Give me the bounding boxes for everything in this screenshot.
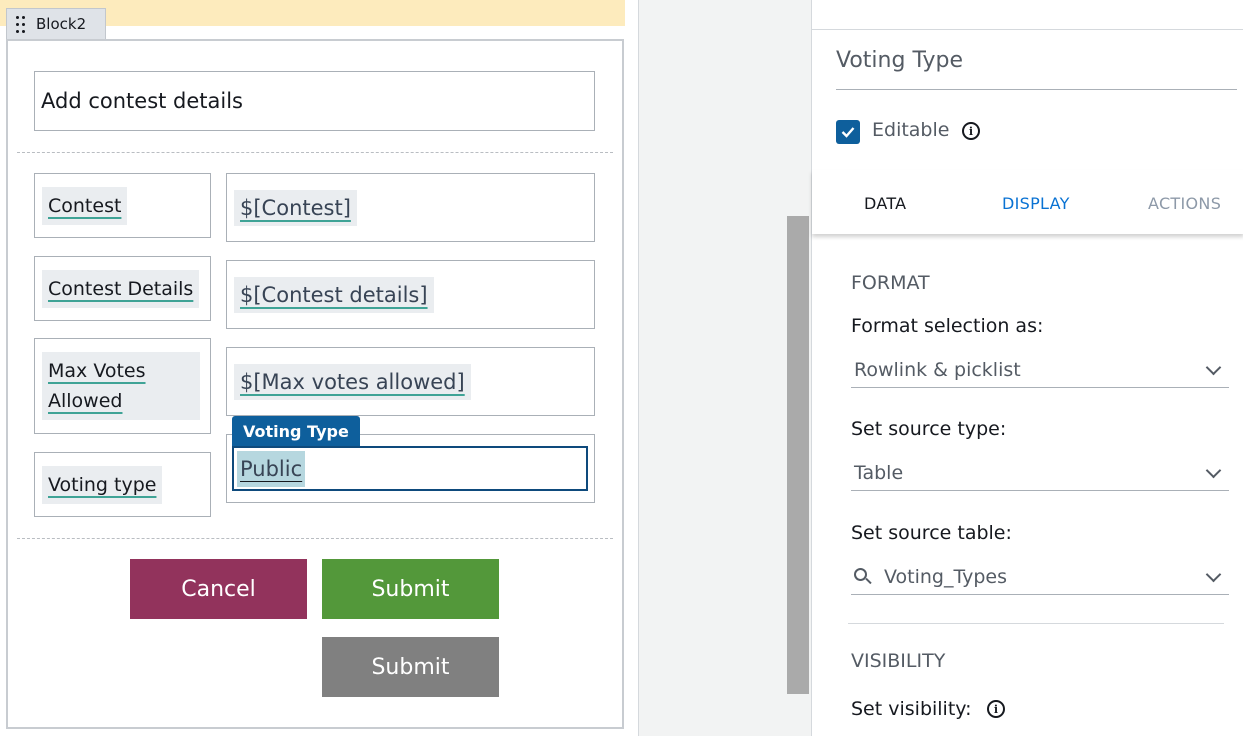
field-label: Contest Details	[42, 269, 200, 308]
label-max-votes-box[interactable]: Max Votes Allowed	[34, 338, 211, 434]
section-divider	[848, 623, 1224, 624]
search-icon	[854, 567, 872, 586]
visibility-heading: VISIBILITY	[851, 650, 946, 672]
format-selection-select[interactable]: Rowlink & picklist	[851, 352, 1229, 388]
field-value: $[Max votes allowed]	[234, 363, 471, 400]
divider	[17, 152, 613, 153]
select-value: Rowlink & picklist	[854, 358, 1021, 381]
value-text: Public	[240, 456, 303, 481]
check-icon	[841, 127, 855, 138]
scrollbar-thumb[interactable]	[787, 216, 809, 694]
label-text-line2: Allowed	[48, 390, 123, 412]
properties-panel: Voting Type Editable i DATA DISPLAY ACTI…	[811, 0, 1243, 736]
tabs-bar: DATA DISPLAY ACTIONS	[812, 170, 1243, 234]
value-text: $[Max votes allowed]	[240, 369, 465, 394]
label-contest-details-box[interactable]: Contest Details	[34, 256, 211, 321]
field-label: Voting type	[42, 465, 163, 504]
source-type-select[interactable]: Table	[851, 455, 1229, 491]
label-text: Voting type	[48, 473, 157, 496]
source-table-select[interactable]: Voting_Types	[851, 559, 1229, 595]
value-contest-details-box[interactable]: $[Contest details]	[226, 260, 595, 329]
label-text: Contest Details	[48, 277, 194, 300]
form-canvas: Block2 Add contest details Contest $[Con…	[0, 0, 638, 736]
format-heading: FORMAT	[851, 272, 930, 294]
panel-title[interactable]: Voting Type	[836, 48, 963, 73]
cancel-button[interactable]: Cancel	[130, 559, 307, 619]
editable-checkbox[interactable]	[836, 120, 860, 144]
value-contest-box[interactable]: $[Contest]	[226, 173, 595, 242]
tab-data[interactable]: DATA	[864, 194, 906, 213]
submit-secondary-button[interactable]: Submit	[322, 637, 499, 697]
label-text: Contest	[48, 194, 122, 217]
value-text: $[Contest]	[240, 195, 351, 220]
value-text: $[Contest details]	[240, 282, 428, 307]
source-type-label: Set source type:	[851, 418, 1007, 440]
chevron-down-icon	[1205, 462, 1222, 479]
field-label: Max Votes Allowed	[42, 352, 200, 420]
label-voting-type-box[interactable]: Voting type	[34, 452, 211, 517]
editable-label: Editable	[872, 119, 950, 141]
chevron-down-icon	[1205, 566, 1222, 583]
label-text-line1: Max Votes	[48, 360, 146, 382]
label-contest-box[interactable]: Contest	[34, 173, 211, 238]
field-value: $[Contest]	[234, 189, 357, 226]
panel-header-strip	[812, 0, 1243, 30]
block-tab[interactable]: Block2	[6, 8, 106, 39]
divider	[17, 538, 613, 539]
selected-field-tag: Voting Type	[232, 416, 360, 446]
field-value: $[Contest details]	[234, 276, 434, 313]
block-tab-label: Block2	[36, 15, 87, 33]
field-label: Contest	[42, 186, 128, 225]
select-value: Table	[854, 461, 904, 484]
select-value: Voting_Types	[884, 565, 1008, 588]
set-visibility-label: Set visibility:	[851, 698, 972, 720]
title-underline	[836, 89, 1237, 90]
submit-button[interactable]: Submit	[322, 559, 499, 619]
tab-display[interactable]: DISPLAY	[1002, 194, 1070, 213]
info-icon[interactable]: i	[962, 122, 980, 140]
selected-value: Public	[237, 450, 306, 487]
chevron-down-icon	[1205, 359, 1222, 376]
source-table-label: Set source table:	[851, 522, 1012, 544]
drag-handle-icon[interactable]	[16, 15, 26, 33]
voting-type-input[interactable]: Public	[232, 446, 588, 491]
form-heading[interactable]: Add contest details	[34, 71, 595, 131]
value-max-votes-box[interactable]: $[Max votes allowed]	[226, 347, 595, 416]
tab-actions[interactable]: ACTIONS	[1148, 194, 1221, 213]
info-icon[interactable]: i	[987, 700, 1005, 718]
canvas-gutter	[638, 0, 811, 736]
format-selection-label: Format selection as:	[851, 315, 1044, 337]
